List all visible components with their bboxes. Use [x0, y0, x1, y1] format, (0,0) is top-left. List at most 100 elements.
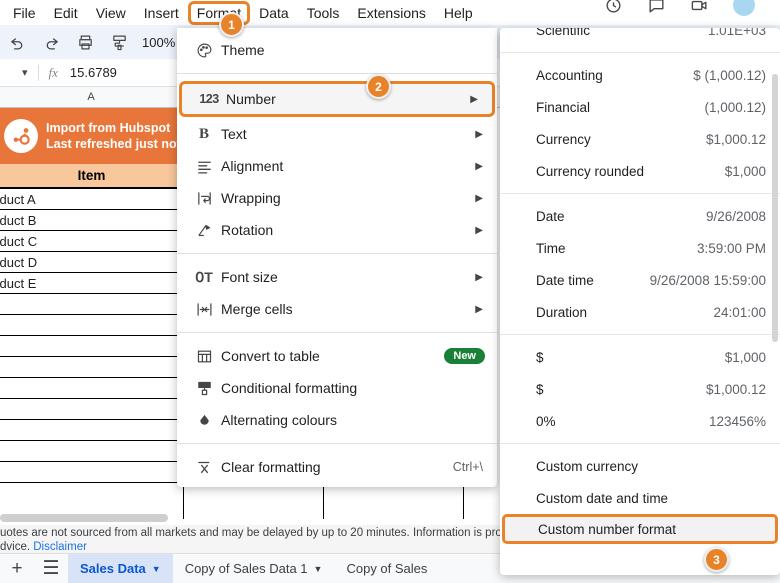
submenu-arrow-icon: ▶ — [475, 160, 483, 172]
sheet-tab-copy-of-sales-data-1[interactable]: Copy of Sales Data 1 ▼ — [173, 554, 335, 583]
undo-icon[interactable] — [0, 27, 34, 57]
grid-row[interactable] — [0, 462, 183, 483]
format-menu-item-text[interactable]: B Text ▶ — [177, 118, 497, 150]
menu-item-help[interactable]: Help — [435, 2, 482, 24]
format-menu-item-label: Number — [226, 91, 276, 107]
number-menu-item-0-[interactable]: 0% 123456% — [500, 405, 780, 437]
menu-item-insert[interactable]: Insert — [135, 2, 188, 24]
grid-header-cell-item[interactable]: Item — [0, 164, 183, 189]
divider — [37, 64, 39, 81]
number-menu-item-financial[interactable]: Financial (1,000.12) — [500, 91, 780, 123]
grid-row[interactable] — [0, 357, 183, 378]
grid-row[interactable] — [0, 294, 183, 315]
format-menu-item-font-size[interactable]: ᲿT Font size ▶ — [177, 261, 497, 293]
meet-video-icon[interactable] — [690, 0, 709, 15]
format-menu-item-merge-cells[interactable]: Merge cells ▶ — [177, 293, 497, 325]
format-menu-item-label: Merge cells — [221, 301, 293, 317]
grid-row[interactable] — [0, 378, 183, 399]
grid-row[interactable]: roduct E — [0, 273, 183, 294]
number-menu-item-duration[interactable]: Duration 24:01:00 — [500, 296, 780, 328]
scrollbar-thumb[interactable] — [0, 514, 168, 522]
grid-cell: roduct E — [0, 275, 37, 291]
disclaimer-line2-text: dvice. — [0, 541, 34, 553]
menu-separator — [500, 443, 780, 444]
disclaimer-link[interactable]: Disclaimer — [33, 541, 87, 553]
grid-row[interactable] — [0, 420, 183, 441]
number-menu-item-label: Date time — [536, 272, 594, 288]
menu-item-data[interactable]: Data — [250, 2, 298, 24]
number-menu-item--[interactable]: $ $1,000 — [500, 341, 780, 373]
grid-row[interactable]: roduct D — [0, 252, 183, 273]
chevron-down-icon[interactable]: ▼ — [314, 564, 323, 574]
submenu-scrollbar-thumb[interactable] — [772, 74, 778, 342]
number-menu-item-preview: $1,000 — [724, 349, 766, 365]
sheet-tab-sales-data[interactable]: Sales Data ▼ — [68, 553, 173, 583]
format-menu-item-label: Rotation — [221, 222, 274, 238]
menu-item-file[interactable]: File — [4, 2, 45, 24]
number-menu-item-date-time[interactable]: Date time 9/26/2008 15:59:00 — [500, 264, 780, 296]
menu-separator — [177, 443, 497, 444]
avatar[interactable] — [733, 0, 755, 16]
format-menu-item-label: Wrapping — [221, 190, 281, 206]
number-menu-item-preview: 24:01:00 — [713, 304, 766, 320]
print-icon[interactable] — [68, 27, 102, 57]
grid-row[interactable] — [0, 315, 183, 336]
format-menu-item-conditional-formatting[interactable]: Conditional formatting — [177, 372, 497, 404]
horizontal-scrollbar[interactable] — [0, 513, 520, 523]
font-size-icon: ᲿT — [195, 268, 213, 285]
plus-icon[interactable]: + — [0, 558, 34, 580]
number-menu-item--[interactable]: $ $1,000.12 — [500, 373, 780, 405]
submenu-arrow-icon: ▶ — [475, 192, 483, 204]
name-box-chevron-down-icon[interactable]: ▾ — [22, 66, 28, 79]
format-menu-item-alignment[interactable]: Alignment ▶ — [177, 150, 497, 182]
hamburger-menu-icon[interactable]: ☰ — [34, 557, 68, 580]
grid-row[interactable]: roduct C — [0, 231, 183, 252]
number-menu-item-preview: 123456% — [708, 413, 766, 429]
format-menu-item-alternating-colours[interactable]: Alternating colours — [177, 404, 497, 436]
format-menu-item-theme[interactable]: Theme — [177, 34, 497, 66]
comment-icon[interactable] — [647, 0, 666, 15]
menu-item-view[interactable]: View — [87, 2, 135, 24]
sheet-tab-label: Sales Data — [80, 561, 146, 576]
number-menu-item-scientific[interactable]: Scientific 1.01E+03 — [500, 28, 780, 46]
top-right-icons — [604, 0, 780, 16]
grid-row[interactable] — [0, 336, 183, 357]
number-menu-item-custom-date-and-time[interactable]: Custom date and time — [500, 482, 780, 514]
menu-item-edit[interactable]: Edit — [45, 2, 87, 24]
sheet-tab-copy-of-sales[interactable]: Copy of Sales — [334, 554, 439, 583]
format-menu-item-clear-formatting[interactable]: Clear formatting Ctrl+\ — [177, 451, 497, 483]
number-menu-item-time[interactable]: Time 3:59:00 PM — [500, 232, 780, 264]
column-header-a[interactable]: A — [0, 87, 183, 108]
grid-row[interactable]: roduct B — [0, 210, 183, 231]
format-menu-item-rotation[interactable]: Rotation ▶ — [177, 214, 497, 246]
hubspot-logo-icon — [4, 119, 38, 153]
number-menu-item-accounting[interactable]: Accounting $ (1,000.12) — [500, 59, 780, 91]
submenu-arrow-icon: ▶ — [470, 93, 478, 105]
grid-row[interactable]: roduct A — [0, 189, 183, 210]
paint-format-icon[interactable] — [102, 27, 136, 57]
format-menu-item-wrapping[interactable]: Wrapping ▶ — [177, 182, 497, 214]
wrapping-icon — [187, 190, 221, 207]
number-menu-item-custom-currency[interactable]: Custom currency — [500, 450, 780, 482]
format-menu-item-convert-to-table[interactable]: Convert to table New — [177, 340, 497, 372]
number-submenu-list: Scientific 1.01E+03 Accounting $ (1,000.12)… — [500, 28, 780, 544]
hubspot-import-banner[interactable]: Import from Hubspot Last refreshed just … — [0, 108, 186, 164]
format-menu-item-label: Alignment — [221, 158, 284, 174]
menu-separator — [177, 73, 497, 74]
chevron-down-icon[interactable]: ▼ — [152, 564, 161, 574]
redo-icon[interactable] — [34, 27, 68, 57]
version-history-icon[interactable] — [604, 0, 623, 15]
number-menu-item-custom-number-format[interactable]: Custom number format — [502, 514, 778, 544]
number-menu-item-date[interactable]: Date 9/26/2008 — [500, 200, 780, 232]
number-menu-item-currency[interactable]: Currency $1,000.12 — [500, 123, 780, 155]
grid-row[interactable] — [0, 399, 183, 420]
step-badge-3: 3 — [704, 547, 729, 572]
zoom-level[interactable]: 100% — [142, 35, 175, 50]
menu-item-extensions[interactable]: Extensions — [348, 2, 434, 24]
number-menu-item-currency-rounded[interactable]: Currency rounded $1,000 — [500, 155, 780, 187]
format-menu-item-number[interactable]: 123 Number ▶ — [179, 81, 495, 117]
grid-row[interactable] — [0, 441, 183, 462]
menu-item-tools[interactable]: Tools — [298, 2, 349, 24]
number-menu-item-preview: 1.01E+03 — [707, 28, 766, 38]
formula-input[interactable]: 15.6789 — [70, 65, 117, 80]
